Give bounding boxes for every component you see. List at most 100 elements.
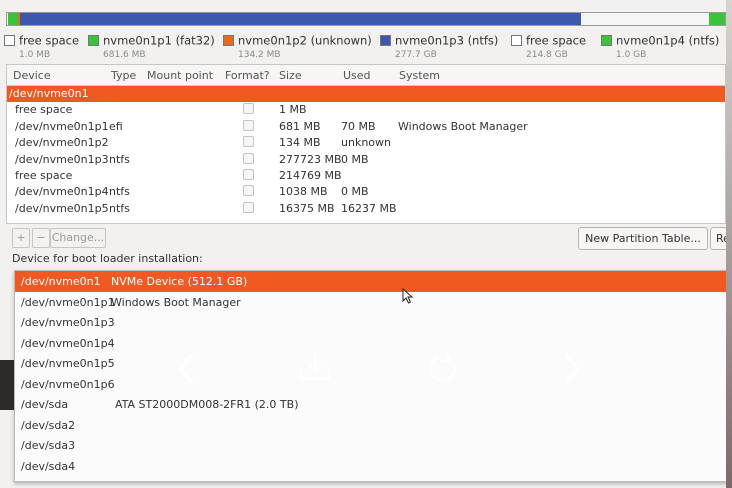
rotate-icon[interactable] bbox=[426, 352, 460, 390]
add-partition-button[interactable]: + bbox=[12, 228, 30, 248]
table-row[interactable]: /dev/nvme0n1p2 134 MB unknown bbox=[7, 135, 725, 151]
mouse-cursor-icon bbox=[402, 287, 414, 308]
boot-loader-dropdown[interactable]: /dev/nvme0n1 NVMe Device (512.1 GB)/dev/n… bbox=[14, 270, 728, 482]
window-edge bbox=[0, 360, 14, 410]
legend-name: nvme0n1p4 (ntfs) bbox=[616, 33, 720, 48]
col-system[interactable]: System bbox=[399, 69, 440, 82]
legend-item: nvme0n1p3 (ntfs) 277.7 GB bbox=[380, 30, 498, 60]
cell-used: 70 MB bbox=[341, 119, 376, 133]
table-row[interactable]: free space 214769 MB bbox=[7, 168, 725, 184]
option-device: /dev/nvme0n1p5 bbox=[21, 357, 115, 370]
col-used[interactable]: Used bbox=[343, 69, 371, 82]
cell-size: 1 MB bbox=[279, 103, 307, 117]
table-row[interactable]: /dev/nvme0n1p5 ntfs 16375 MB 16237 MB bbox=[7, 201, 725, 217]
table-row[interactable]: /dev/nvme0n1p3 ntfs 277723 MB 0 MB bbox=[7, 152, 725, 168]
cell-size: 1038 MB bbox=[279, 185, 328, 199]
screen-bezel-right bbox=[726, 0, 732, 488]
legend-item: free space 214.8 GB bbox=[511, 30, 586, 60]
cell-device: /dev/nvme0n1p1 bbox=[15, 119, 109, 133]
table-row[interactable]: /dev/nvme0n1p4 ntfs 1038 MB 0 MB bbox=[7, 184, 725, 200]
option-device: /dev/sda bbox=[21, 398, 69, 411]
legend-item: nvme0n1p1 (fat32) 681.6 MB bbox=[88, 30, 215, 60]
cell-type: ntfs bbox=[109, 201, 130, 215]
format-checkbox[interactable] bbox=[243, 152, 254, 164]
table-header: Device Type Mount point Format? Size Use… bbox=[7, 65, 725, 86]
boot-loader-option[interactable]: /dev/sda ATA ST2000DM008-2FR1 (2.0 TB) bbox=[15, 394, 727, 415]
format-checkbox[interactable] bbox=[243, 168, 254, 180]
cell-device: free space bbox=[15, 168, 73, 182]
option-description: ATA ST2000DM008-2FR1 (2.0 TB) bbox=[115, 398, 299, 411]
option-device: /dev/nvme0n1 bbox=[21, 275, 101, 288]
boot-loader-option[interactable]: /dev/nvme0n1p6 bbox=[15, 374, 727, 395]
col-device[interactable]: Device bbox=[13, 69, 51, 82]
col-format[interactable]: Format? bbox=[225, 69, 270, 82]
partition-bar bbox=[6, 12, 726, 26]
col-size[interactable]: Size bbox=[279, 69, 302, 82]
legend-size: 1.0 GB bbox=[616, 50, 647, 60]
cell-device: /dev/nvme0n1p2 bbox=[15, 136, 109, 150]
previous-icon[interactable] bbox=[176, 352, 196, 390]
table-row[interactable]: /dev/nvme0n1p1 efi 681 MB 70 MB Windows Boot… bbox=[7, 119, 725, 135]
new-partition-table-button[interactable]: New Partition Table... bbox=[578, 227, 708, 250]
legend-size: 277.7 GB bbox=[395, 50, 437, 60]
boot-loader-option[interactable]: /dev/sda2 bbox=[15, 415, 727, 436]
cell-size: 277723 MB bbox=[279, 152, 342, 166]
cell-device: /dev/nvme0n1 bbox=[9, 87, 89, 100]
cell-device: free space bbox=[15, 103, 73, 117]
format-checkbox[interactable] bbox=[243, 103, 254, 115]
col-type[interactable]: Type bbox=[111, 69, 136, 82]
legend-name: nvme0n1p3 (ntfs) bbox=[395, 33, 499, 48]
cell-size: 16375 MB bbox=[279, 201, 335, 215]
format-checkbox[interactable] bbox=[243, 136, 254, 148]
option-description: NVMe Device (512.1 GB) bbox=[111, 275, 248, 288]
table-row[interactable]: free space 1 MB bbox=[7, 102, 725, 118]
partition-bar-segment bbox=[709, 13, 725, 25]
partition-legend: free space 1.0 MB nvme0n1p1 (fat32) 681.6 M… bbox=[4, 30, 728, 60]
legend-size: 1.0 MB bbox=[19, 50, 51, 60]
cell-used: 16237 MB bbox=[341, 201, 397, 215]
legend-swatch bbox=[223, 35, 234, 46]
legend-item: free space 1.0 MB bbox=[4, 30, 79, 60]
legend-name: nvme0n1p1 (fat32) bbox=[103, 33, 215, 48]
option-device: /dev/nvme0n1p3 bbox=[21, 316, 115, 329]
boot-loader-option[interactable]: /dev/nvme0n1 NVMe Device (512.1 GB) bbox=[15, 271, 727, 292]
boot-loader-label: Device for boot loader installation: bbox=[12, 252, 203, 265]
format-checkbox[interactable] bbox=[243, 119, 254, 131]
legend-size: 681.6 MB bbox=[103, 50, 146, 60]
partition-bar-segment bbox=[19, 13, 581, 25]
next-icon[interactable] bbox=[562, 352, 582, 390]
cell-type: ntfs bbox=[109, 185, 130, 199]
option-device: /dev/nvme0n1p4 bbox=[21, 336, 115, 350]
legend-item: nvme0n1p2 (unknown) 134.2 MB bbox=[223, 30, 372, 60]
remove-partition-button[interactable]: − bbox=[32, 228, 50, 248]
legend-size: 134.2 MB bbox=[238, 50, 281, 60]
boot-loader-option[interactable]: /dev/nvme0n1p1 Windows Boot Manager bbox=[15, 292, 727, 313]
legend-swatch bbox=[380, 35, 391, 46]
partition-bar-segment bbox=[580, 13, 710, 25]
option-device: /dev/nvme0n1p1 bbox=[21, 295, 115, 309]
legend-name: nvme0n1p2 (unknown) bbox=[238, 33, 372, 48]
boot-loader-option[interactable]: /dev/nvme0n1p5 bbox=[15, 353, 727, 374]
change-partition-button[interactable]: Change... bbox=[50, 228, 106, 248]
cell-size: 214769 MB bbox=[279, 168, 342, 182]
col-mount-point[interactable]: Mount point bbox=[147, 69, 213, 82]
boot-loader-option[interactable]: /dev/sda4 bbox=[15, 456, 727, 477]
boot-loader-option[interactable]: /dev/sda3 bbox=[15, 435, 727, 456]
table-row[interactable]: /dev/nvme0n1 bbox=[7, 86, 725, 103]
cell-used: unknown bbox=[341, 136, 391, 150]
legend-name: free space bbox=[19, 33, 80, 48]
cell-used: 0 MB bbox=[341, 185, 369, 199]
option-device: /dev/sda4 bbox=[21, 459, 76, 473]
boot-loader-option[interactable]: /dev/nvme0n1p4 bbox=[15, 333, 727, 354]
cell-device: /dev/nvme0n1p4 bbox=[15, 185, 109, 199]
format-checkbox[interactable] bbox=[243, 185, 254, 197]
cell-type: efi bbox=[109, 119, 123, 133]
cell-device: /dev/nvme0n1p5 bbox=[15, 201, 109, 215]
option-device: /dev/sda2 bbox=[21, 418, 76, 432]
format-checkbox[interactable] bbox=[243, 201, 254, 213]
cell-type: ntfs bbox=[109, 152, 130, 166]
download-icon[interactable] bbox=[298, 352, 332, 386]
cell-used: 0 MB bbox=[341, 152, 369, 166]
legend-swatch bbox=[88, 35, 99, 46]
boot-loader-option[interactable]: /dev/nvme0n1p3 bbox=[15, 312, 727, 333]
